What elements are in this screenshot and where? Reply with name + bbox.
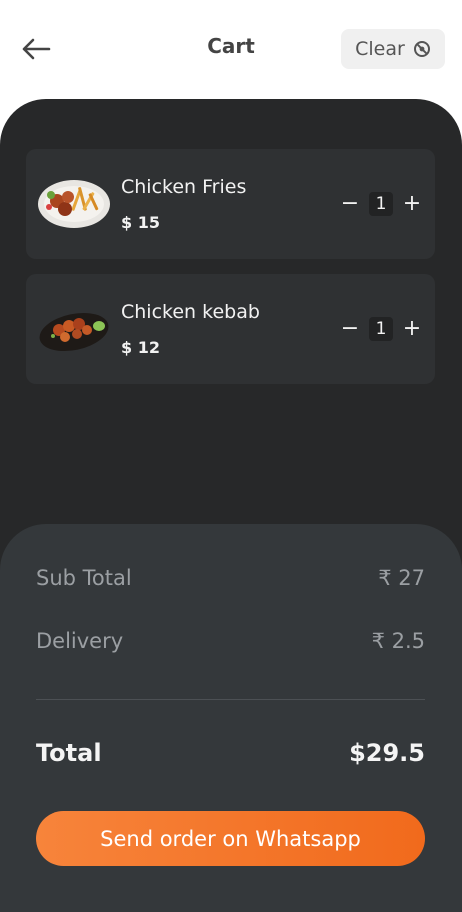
increment-button[interactable]: + <box>399 191 425 217</box>
clear-circle-icon <box>413 41 430 57</box>
divider <box>36 699 425 700</box>
subtotal-row: Sub Total ₹ 27 <box>36 566 425 590</box>
total-row: Total $29.5 <box>36 739 425 767</box>
quantity-stepper: − 1 + <box>337 191 425 217</box>
delivery-row: Delivery ₹ 2.5 <box>36 629 425 653</box>
send-order-whatsapp-button[interactable]: Send order on Whatsapp <box>36 811 425 866</box>
subtotal-label: Sub Total <box>36 566 132 590</box>
delivery-value: ₹ 2.5 <box>371 629 425 653</box>
total-value: $29.5 <box>349 739 425 767</box>
decrement-button[interactable]: − <box>337 191 363 217</box>
cart-screen: Cart Clear Chicken Fries $ 15 − 1 + Chic… <box>0 0 462 912</box>
quantity-value: 1 <box>369 192 393 216</box>
subtotal-value: ₹ 27 <box>378 566 425 590</box>
cart-item: Chicken kebab $ 12 − 1 + <box>26 274 435 384</box>
item-name: Chicken kebab <box>121 301 260 323</box>
item-price: $ 12 <box>121 338 160 357</box>
chicken-kebab-image <box>39 312 109 352</box>
total-label: Total <box>36 739 102 767</box>
item-price: $ 15 <box>121 213 160 232</box>
increment-button[interactable]: + <box>399 316 425 342</box>
chicken-fries-image <box>38 180 110 228</box>
delivery-label: Delivery <box>36 629 124 653</box>
header: Cart Clear <box>0 0 462 100</box>
clear-button-label: Clear <box>355 38 405 60</box>
cart-item: Chicken Fries $ 15 − 1 + <box>26 149 435 259</box>
quantity-stepper: − 1 + <box>337 316 425 342</box>
decrement-button[interactable]: − <box>337 316 363 342</box>
order-summary: Sub Total ₹ 27 Delivery ₹ 2.5 Total $29.… <box>0 524 462 912</box>
quantity-value: 1 <box>369 317 393 341</box>
clear-cart-button[interactable]: Clear <box>341 29 445 69</box>
item-name: Chicken Fries <box>121 176 247 198</box>
